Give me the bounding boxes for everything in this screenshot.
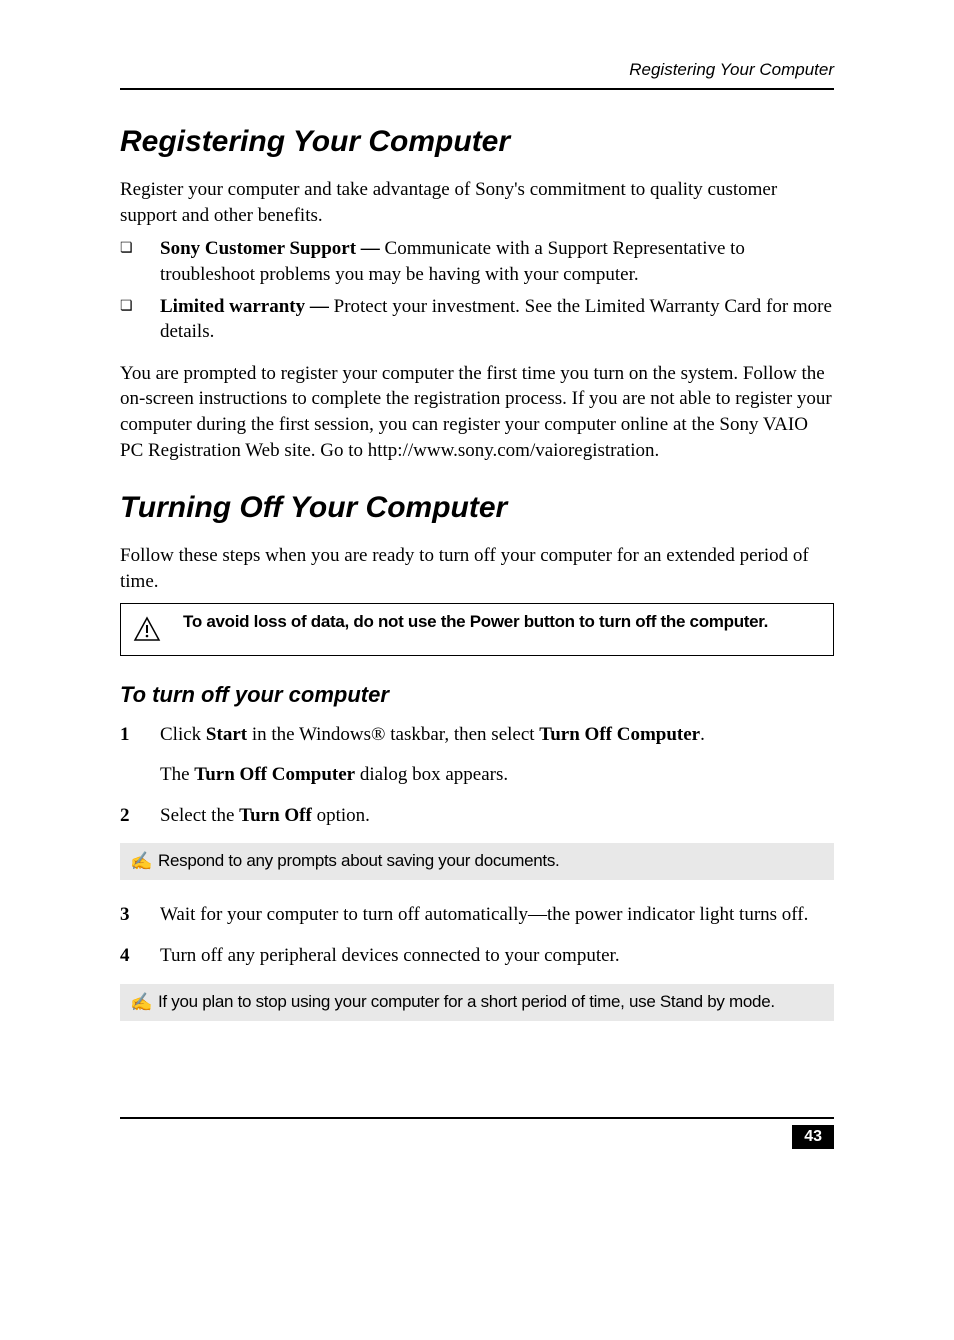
section-heading-turning-off: Turning Off Your Computer: [120, 491, 834, 525]
page-number-badge: 43: [792, 1125, 834, 1149]
registration-paragraph: You are prompted to register your comput…: [120, 361, 834, 464]
list-item: ❏ Limited warranty — Protect your invest…: [120, 294, 834, 345]
step-item: 1 Click Start in the Windows® taskbar, t…: [120, 722, 834, 749]
bullet-bold-label: Limited warranty —: [160, 296, 334, 317]
step-number: 1: [120, 722, 160, 749]
pencil-icon: ✍: [130, 851, 158, 872]
bullet-bold-label: Sony Customer Support —: [160, 238, 385, 259]
steps-list: 1 Click Start in the Windows® taskbar, t…: [120, 722, 834, 749]
page-footer: 43: [120, 1117, 834, 1149]
step-text: option.: [312, 805, 370, 826]
step-bold: Turn Off: [239, 805, 312, 826]
benefits-list: ❏ Sony Customer Support — Communicate wi…: [120, 236, 834, 345]
step-content: Wait for your computer to turn off autom…: [160, 902, 834, 929]
warning-callout: To avoid loss of data, do not use the Po…: [120, 603, 834, 656]
bullet-content: Limited warranty — Protect your investme…: [160, 294, 834, 345]
step-bold: Turn Off Computer: [539, 724, 700, 745]
sub-bold: Turn Off Computer: [194, 764, 355, 785]
note-callout-2: ✍ If you plan to stop using your compute…: [120, 984, 834, 1021]
warning-text: To avoid loss of data, do not use the Po…: [183, 612, 821, 632]
step-text: in the Windows® taskbar, then select: [247, 724, 539, 745]
steps-list-cont: 2 Select the Turn Off option.: [120, 803, 834, 830]
note-text: If you plan to stop using your computer …: [158, 992, 824, 1012]
step-number: 3: [120, 902, 160, 929]
step-content: Select the Turn Off option.: [160, 803, 834, 830]
bullet-icon: ❏: [120, 294, 160, 317]
step-content: Click Start in the Windows® taskbar, the…: [160, 722, 834, 749]
header-running-title: Registering Your Computer: [120, 60, 834, 90]
intro-paragraph-2: Follow these steps when you are ready to…: [120, 543, 834, 594]
intro-paragraph-1: Register your computer and take advantag…: [120, 177, 834, 228]
sub-text: dialog box appears.: [355, 764, 508, 785]
note-callout-1: ✍ Respond to any prompts about saving yo…: [120, 843, 834, 880]
sub-text: The: [160, 764, 194, 785]
note-text: Respond to any prompts about saving your…: [158, 851, 824, 871]
warning-triangle-icon: [133, 612, 183, 647]
step-text: Click: [160, 724, 206, 745]
step-item: 2 Select the Turn Off option.: [120, 803, 834, 830]
section-heading-registering: Registering Your Computer: [120, 125, 834, 159]
list-item: ❏ Sony Customer Support — Communicate wi…: [120, 236, 834, 287]
bullet-icon: ❏: [120, 236, 160, 259]
step-number: 4: [120, 943, 160, 970]
step-content: Turn off any peripheral devices connecte…: [160, 943, 834, 970]
step-text: Select the: [160, 805, 239, 826]
step-sub-paragraph: The Turn Off Computer dialog box appears…: [160, 762, 834, 789]
step-item: 3 Wait for your computer to turn off aut…: [120, 902, 834, 929]
steps-list-cont2: 3 Wait for your computer to turn off aut…: [120, 902, 834, 969]
step-item: 4 Turn off any peripheral devices connec…: [120, 943, 834, 970]
step-number: 2: [120, 803, 160, 830]
step-text: .: [700, 724, 705, 745]
subsection-heading: To turn off your computer: [120, 682, 834, 708]
pencil-icon: ✍: [130, 992, 158, 1013]
bullet-content: Sony Customer Support — Communicate with…: [160, 236, 834, 287]
step-bold: Start: [206, 724, 247, 745]
